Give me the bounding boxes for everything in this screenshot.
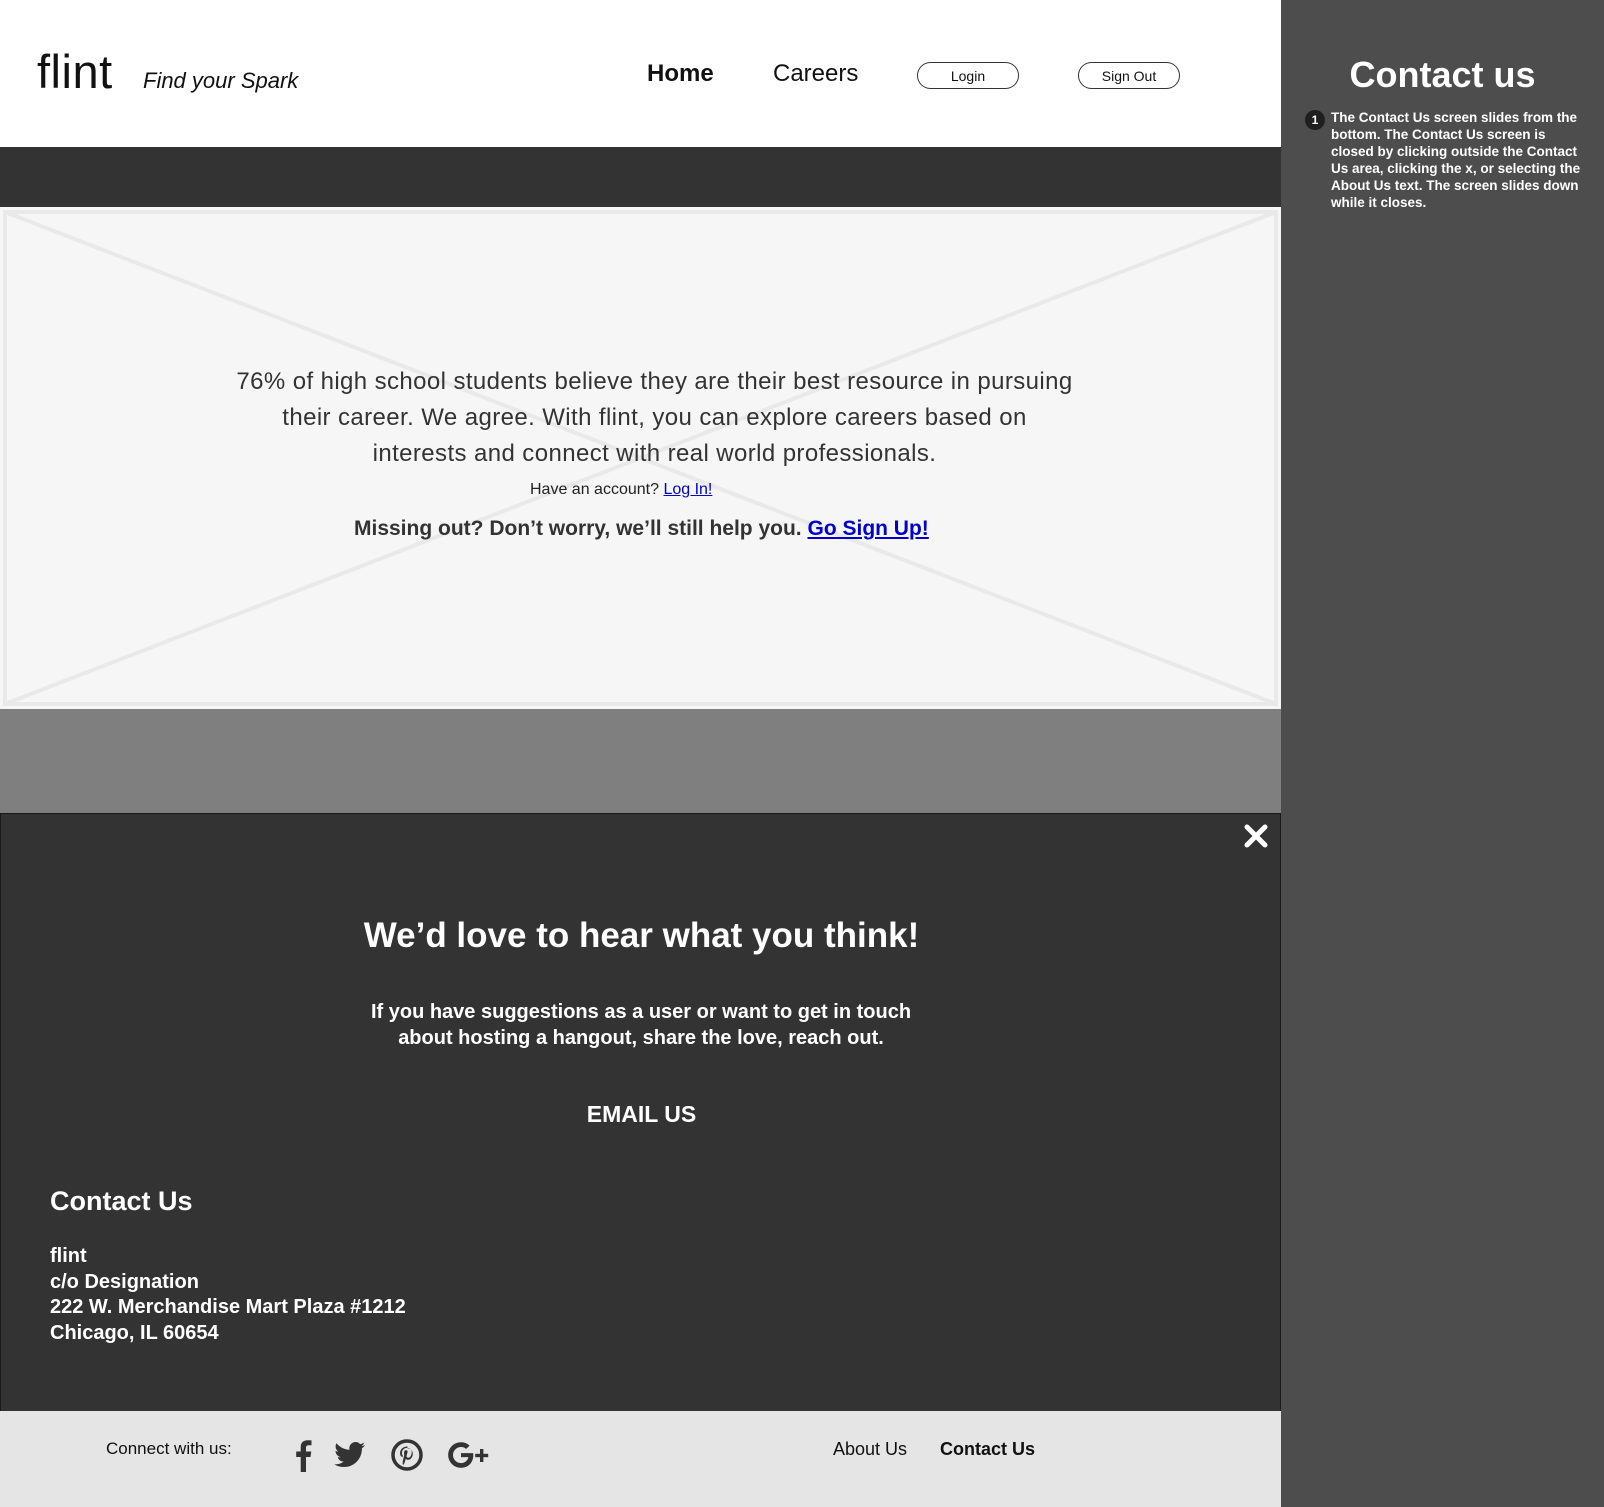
site-header: flint Find your Spark Home Careers Login…	[0, 0, 1281, 147]
pinterest-icon[interactable]	[390, 1435, 424, 1475]
contact-subtext-line: about hosting a hangout, share the love,…	[398, 1027, 884, 1049]
address-line: flint	[50, 1245, 87, 1267]
signup-link[interactable]: Go Sign Up!	[807, 517, 928, 540]
overlay-backdrop[interactable]	[0, 709, 1281, 813]
mailing-address: flint c/o Designation 222 W. Merchandise…	[50, 1244, 406, 1346]
contact-subtext: If you have suggestions as a user or wan…	[341, 999, 941, 1051]
annotation-title: Contact us	[1349, 54, 1536, 95]
header-divider-band	[0, 147, 1281, 207]
facebook-icon[interactable]	[290, 1435, 316, 1475]
address-line: 222 W. Merchandise Mart Plaza #1212	[50, 1296, 406, 1318]
contact-heading: We’d love to hear what you think!	[363, 916, 920, 955]
login-button[interactable]: Login	[917, 62, 1019, 89]
google-plus-icon[interactable]	[447, 1435, 493, 1475]
hero-copy: 76% of high school students believe they…	[180, 364, 1129, 472]
nav-home[interactable]: Home	[647, 60, 714, 88]
hero-line: 76% of high school students believe they…	[236, 368, 1073, 395]
annotation-number-badge: 1	[1305, 110, 1325, 130]
main-canvas: flint Find your Spark Home Careers Login…	[0, 0, 1281, 1507]
contact-us-title: Contact Us	[50, 1186, 193, 1216]
nav-careers[interactable]: Careers	[773, 60, 858, 88]
site-footer: Connect with us: About Us Contact Us	[0, 1411, 1281, 1507]
have-account-label: Have an account?	[530, 481, 659, 498]
missing-out-label: Missing out? Don’t worry, we’ll still he…	[354, 517, 802, 540]
address-line: c/o Designation	[50, 1270, 199, 1293]
login-link[interactable]: Log In!	[663, 481, 712, 498]
footer-about-us-link[interactable]: About Us	[833, 1439, 907, 1460]
contact-subtext-line: If you have suggestions as a user or wan…	[370, 1001, 912, 1023]
annotation-note: The Contact Us screen slides from the bo…	[1331, 110, 1581, 210]
connect-label: Connect with us:	[106, 1439, 232, 1458]
tagline: Find your Spark	[143, 68, 299, 93]
address-line: Chicago, IL 60654	[50, 1321, 219, 1344]
signup-prompt: Missing out? Don’t worry, we’ll still he…	[354, 517, 929, 541]
email-us-button[interactable]: EMAIL US	[1, 1101, 1281, 1128]
twitter-icon[interactable]	[333, 1435, 367, 1475]
close-icon[interactable]	[1242, 822, 1270, 850]
sign-out-button[interactable]: Sign Out	[1078, 62, 1180, 89]
hero-line: interests and connect with real world pr…	[372, 440, 937, 467]
logo[interactable]: flint	[37, 44, 113, 99]
hero-section: 76% of high school students believe they…	[0, 207, 1281, 709]
footer-contact-us-link[interactable]: Contact Us	[940, 1439, 1035, 1460]
annotation-sidebar: Contact us 1 The Contact Us screen slide…	[1281, 0, 1604, 1507]
contact-panel: We’d love to hear what you think! If you…	[0, 813, 1281, 1411]
hero-line: their career. We agree. With flint, you …	[282, 404, 1027, 431]
